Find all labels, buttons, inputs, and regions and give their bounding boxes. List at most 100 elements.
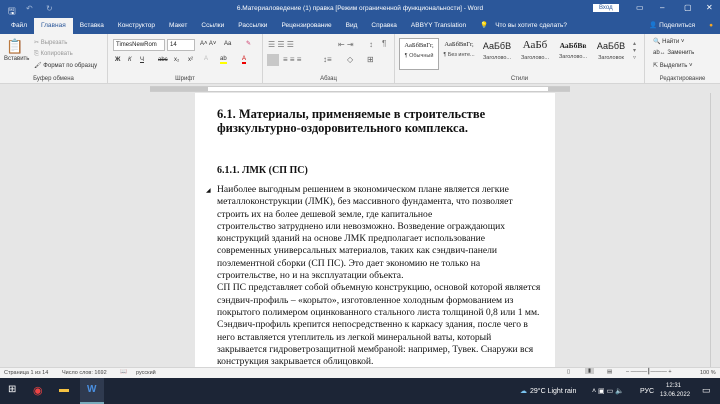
style-preview: АаБбВв — [559, 41, 587, 50]
bullets-icon[interactable]: ☰ ☰ ☰ — [268, 40, 294, 49]
signin-button[interactable]: Вход — [593, 4, 619, 12]
notifications-icon[interactable]: ▭ — [702, 385, 711, 396]
replace-button[interactable]: ab↔ Заменить — [653, 50, 694, 56]
minimize-icon[interactable]: – — [660, 3, 664, 12]
style-preview: АаБб — [522, 39, 548, 51]
superscript-button[interactable]: x² — [188, 57, 193, 63]
align-left-button[interactable] — [267, 54, 279, 66]
style-heading-2[interactable]: АаБб Заголово... — [515, 38, 555, 70]
style-heading-4[interactable]: АаБбВ Заголовок — [591, 38, 631, 70]
styles-scroll-icon[interactable]: ▴ ▾ ▿ — [633, 40, 636, 61]
vertical-scrollbar[interactable] — [710, 93, 720, 367]
body-line: Наиболее выгодным решением в экономическ… — [217, 184, 509, 195]
input-language[interactable]: РУС — [640, 388, 654, 395]
format-painter-button[interactable]: 🖌 Формат по образцу — [34, 62, 97, 69]
body-line: металлоконструкции (ЛМК), без массивного… — [217, 196, 513, 208]
cut-label: Вырезать — [40, 40, 68, 46]
maximize-icon[interactable]: ▢ — [684, 3, 692, 12]
read-mode-icon[interactable]: ▯ — [567, 369, 570, 375]
clear-format-icon[interactable]: ✎ — [246, 40, 251, 47]
paste-button[interactable]: Вставить — [4, 56, 29, 62]
tray-icons[interactable]: ˄ ▣ ▭ 🔈 — [592, 387, 624, 395]
tell-me-input[interactable]: Что вы хотите сделать? — [495, 18, 574, 34]
strikethrough-button[interactable]: abc — [158, 57, 168, 63]
windows-start-icon[interactable]: ⊞ — [8, 384, 16, 395]
subscript-button[interactable]: x₂ — [174, 57, 179, 63]
tab-layout[interactable]: Макет — [162, 18, 194, 34]
tab-view[interactable]: Вид — [339, 18, 365, 34]
select-button[interactable]: ⇱ Выделить ˅ — [653, 62, 693, 69]
body-line: покрытого полимером оцинкованного стальн… — [217, 306, 540, 318]
find-button[interactable]: 🔍 Найти ˅ — [653, 38, 684, 45]
grow-font-icon[interactable]: A˄ A˅ — [200, 41, 216, 47]
style-heading-3[interactable]: АаБбВв Заголово... — [553, 38, 593, 70]
change-case-button[interactable]: Aa — [224, 41, 231, 47]
clock-date[interactable]: 13.06.2022 — [660, 392, 690, 398]
find-label: Найти — [662, 39, 680, 45]
text-effects-icon[interactable]: A — [204, 56, 208, 62]
styles-label: Стили — [510, 76, 529, 82]
body-line: него вставляется утеплитель из легкой ми… — [217, 331, 492, 343]
tab-help[interactable]: Справка — [364, 18, 404, 34]
zoom-slider[interactable]: – ———┃——— + — [626, 369, 672, 375]
style-name: Заголово... — [558, 54, 588, 60]
collapse-icon[interactable]: ◢ — [206, 187, 211, 194]
weather-text[interactable]: 29°C Light rain — [530, 388, 576, 395]
font-size-select[interactable]: 14 — [167, 39, 195, 51]
font-name-select[interactable]: TimesNewRom — [113, 39, 165, 51]
ruler[interactable] — [0, 85, 720, 93]
ribbon-options-icon[interactable]: ▭ — [636, 3, 644, 12]
word-taskbar-button[interactable]: W — [80, 378, 104, 404]
style-normal[interactable]: АаБбВвГг, ¶ Обычный — [399, 38, 439, 70]
body-line: строительство затруднено или невозможно.… — [217, 220, 506, 232]
proofing-icon[interactable]: 📖 — [120, 369, 127, 375]
tab-review[interactable]: Рецензирование — [274, 18, 338, 34]
cut-button[interactable]: ✂ Вырезать — [34, 39, 67, 46]
language[interactable]: русский — [136, 370, 156, 376]
underline-button[interactable]: Ч — [140, 57, 144, 63]
line-spacing-icon[interactable]: ↕≡ — [323, 55, 332, 64]
sort-icon[interactable]: ↕ — [369, 40, 373, 49]
file-explorer-icon[interactable]: ▬ — [59, 384, 69, 395]
document-page[interactable]: 6.1. Материалы, применяемые в строительс… — [195, 93, 555, 367]
style-preview: АаБбВвГг, — [404, 42, 434, 49]
tab-home[interactable]: Главная — [33, 18, 73, 34]
highlight-icon[interactable]: ab — [220, 56, 227, 64]
close-icon[interactable]: ✕ — [706, 3, 713, 12]
pilcrow-icon[interactable]: ¶ — [382, 39, 386, 48]
zoom-level[interactable]: 100 % — [700, 370, 716, 376]
body-line: современных универсальных материалов, та… — [217, 245, 498, 257]
font-color-icon[interactable]: A — [242, 56, 247, 64]
title-bar: 🖫 ↶ ↻ 6.Материаловедение (1) правка [Реж… — [0, 0, 720, 18]
tab-file[interactable]: Файл — [4, 18, 34, 34]
chrome-icon[interactable]: ◉ — [33, 384, 43, 397]
tab-insert[interactable]: Вставка — [73, 18, 111, 34]
print-layout-icon[interactable]: ▮ — [585, 368, 595, 374]
lightbulb-icon: 💡 — [480, 22, 489, 29]
body-line: СП ПС представляет собой объемную констр… — [217, 282, 541, 294]
tab-references[interactable]: Ссылки — [194, 18, 231, 34]
tab-mailings[interactable]: Рассылки — [231, 18, 274, 34]
tab-abbyy[interactable]: ABBYY Translation — [404, 18, 473, 34]
borders-icon[interactable]: ⊞ — [367, 55, 374, 64]
editing-label: Редактирование — [659, 76, 706, 82]
paste-icon[interactable]: 📋 — [6, 38, 23, 55]
style-preview: АаБбВ — [482, 41, 512, 51]
bold-button[interactable]: Ж — [115, 57, 120, 63]
word-count[interactable]: Число слов: 1692 — [62, 370, 107, 376]
web-layout-icon[interactable]: ▤ — [607, 369, 612, 375]
copy-button[interactable]: ⎘ Копировать — [34, 51, 73, 58]
italic-button[interactable]: К — [128, 57, 132, 63]
page-count[interactable]: Страница 1 из 14 — [4, 370, 48, 376]
style-heading-1[interactable]: АаБбВ Заголово... — [477, 38, 517, 70]
editing-group: 🔍 Найти ˅ ab↔ Заменить ⇱ Выделить ˅ Реда… — [645, 34, 720, 84]
clock-time[interactable]: 12:31 — [666, 383, 681, 389]
style-no-spacing[interactable]: АаБбВвГг, ¶ Без инте... — [439, 38, 479, 70]
share-button[interactable]: 👤 Поделиться — [642, 18, 702, 34]
align-icons[interactable]: ≡ ≡ ≡ — [283, 55, 301, 64]
taskbar: ⊞ ◉ ▬ W ☁ 29°C Light rain ˄ ▣ ▭ 🔈 РУС 12… — [0, 378, 720, 404]
tab-design[interactable]: Конструктор — [111, 18, 162, 34]
body-line: сэндвич-профиль – «корыто», изготовленно… — [217, 294, 514, 306]
shading-icon[interactable]: ◇ — [347, 55, 353, 64]
indent-icon[interactable]: ⇤ ⇥ — [338, 40, 354, 49]
